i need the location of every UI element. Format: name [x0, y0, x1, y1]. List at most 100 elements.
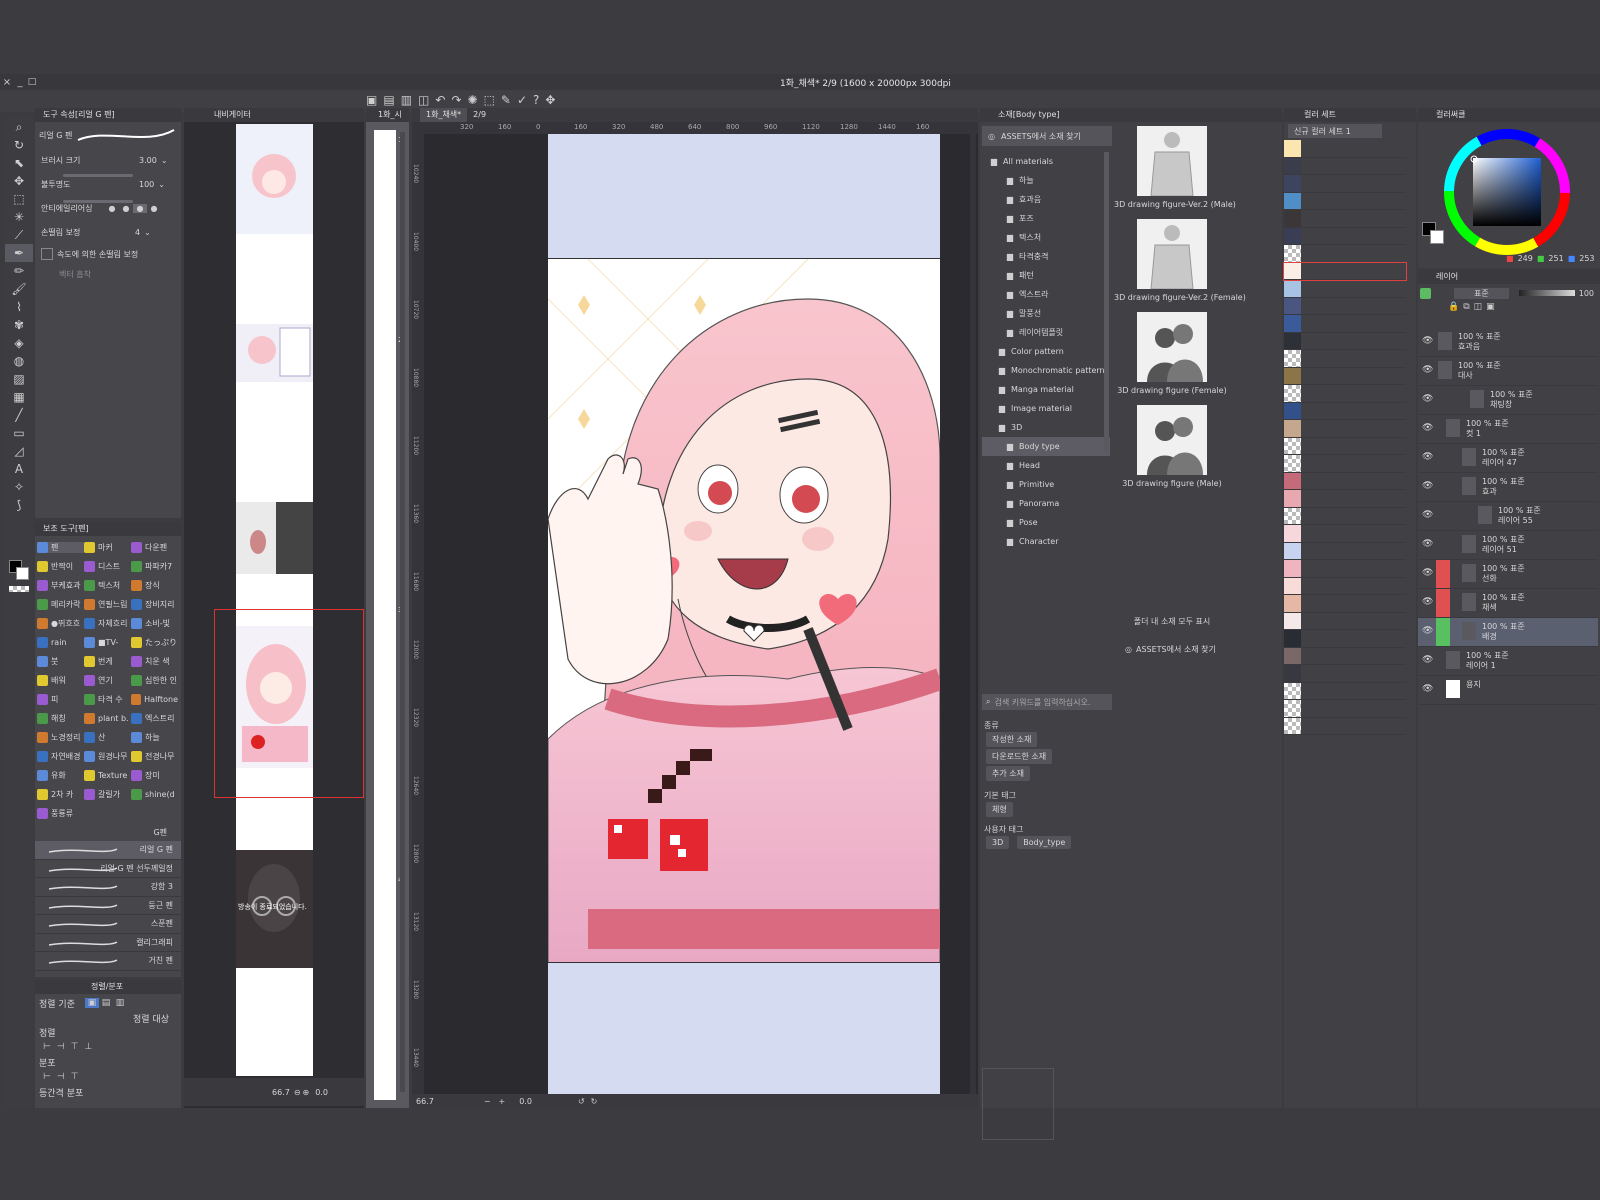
color-swatch-row[interactable] — [1284, 350, 1406, 368]
ruler-tool-icon[interactable]: ◿ — [5, 442, 33, 460]
sub-tool-item[interactable]: 피 — [37, 694, 84, 705]
layer-row[interactable]: 👁 100 % 표준 레이어 55 — [1418, 502, 1598, 531]
color-swatch[interactable] — [1284, 297, 1301, 314]
brush-item[interactable]: 거친 펜 — [35, 952, 181, 971]
material-tree-item[interactable]: ▆ 말풍선 — [982, 304, 1110, 323]
canvas-zoom-out-icon[interactable]: − — [484, 1097, 491, 1106]
color-swatch[interactable] — [1284, 612, 1301, 629]
material-tree-item[interactable]: ▆ 포즈 — [982, 209, 1110, 228]
sub-tool-item[interactable]: 연기 — [84, 675, 131, 686]
brush-tool-icon[interactable]: 🖌 — [5, 280, 33, 298]
color-swatch[interactable] — [1284, 455, 1301, 472]
brush-size-slider[interactable] — [63, 174, 133, 177]
color-swatch[interactable] — [1284, 490, 1301, 507]
brush-item[interactable]: 둥근 펜 — [35, 897, 181, 915]
layer-row[interactable]: 👁 100 % 표준 레이어 1 — [1418, 647, 1598, 676]
brush-item[interactable]: 스푼펜 — [35, 915, 181, 934]
sub-tool-item[interactable]: 풍룡류 — [37, 808, 84, 819]
rotate-right-icon[interactable]: ↻ — [591, 1097, 598, 1106]
pen-tool-icon[interactable]: ✒ — [5, 244, 33, 262]
layer-row[interactable]: 👁 100 % 표준 레이어 51 — [1418, 531, 1598, 560]
material-tree-item[interactable]: ▆ All materials — [982, 152, 1110, 171]
brush-item[interactable]: 캘리그래피 — [35, 934, 181, 952]
layer-row[interactable]: 👁 100 % 표준 채팅창 — [1418, 386, 1598, 415]
color-swatch-row[interactable] — [1284, 630, 1406, 648]
layer-row[interactable]: 👁 100 % 표준 배경 — [1418, 618, 1598, 647]
layer-row[interactable]: 👁 100 % 표준 레이어 47 — [1418, 444, 1598, 473]
sub-color-swatch[interactable] — [16, 567, 29, 580]
sub-tool-item[interactable]: 원경나무 — [84, 751, 131, 762]
sub-tool-item[interactable]: 부케효과 — [37, 580, 84, 591]
layer-opacity-slider[interactable] — [1518, 290, 1575, 296]
balloon-tool-icon[interactable]: ✧ — [5, 478, 33, 496]
material-tree-item[interactable]: ▆ 하늘 — [982, 171, 1110, 190]
sub-tool-item[interactable]: 전경나무 — [131, 751, 178, 762]
layer-row[interactable]: 👁 100 % 표준 효과음 — [1418, 328, 1598, 357]
antialias-medium-icon[interactable]: ● — [133, 203, 147, 213]
sub-tool-item[interactable]: 소비-빛 — [131, 618, 178, 629]
selection-tool-icon[interactable]: ⬚ — [5, 190, 33, 208]
color-swatch-row[interactable] — [1284, 717, 1406, 735]
color-swatch-row[interactable] — [1284, 245, 1406, 263]
color-swatch[interactable] — [1284, 682, 1301, 699]
align-center-icon[interactable]: ⊣ — [57, 1042, 65, 1052]
brush-size-value[interactable]: 3.00 — [139, 156, 157, 165]
eye-icon[interactable]: 👁 — [1422, 655, 1433, 665]
color-swatch-row[interactable] — [1284, 420, 1406, 438]
color-swatch-row[interactable] — [1284, 507, 1406, 525]
nav-zoom-out-icon[interactable]: ⊖ — [294, 1088, 301, 1097]
color-swatch-row[interactable] — [1284, 577, 1406, 595]
color-swatch-row[interactable] — [1284, 297, 1406, 315]
tag-chip[interactable]: 다운로드한 소재 — [986, 749, 1053, 764]
layer-color-chip[interactable] — [1420, 287, 1431, 299]
color-swatch-row[interactable] — [1284, 455, 1406, 473]
color-swatch[interactable] — [1284, 367, 1301, 384]
brush-item[interactable]: 리얼 G 펜 — [35, 841, 181, 860]
color-swatch[interactable] — [1284, 315, 1301, 332]
move-tool-icon[interactable]: ✥ — [5, 172, 33, 190]
text-tool-icon[interactable]: A — [5, 460, 33, 478]
color-swatch[interactable] — [1284, 402, 1301, 419]
eye-icon[interactable]: 👁 — [1422, 684, 1433, 694]
frame-tool-icon[interactable]: ▭ — [5, 424, 33, 442]
color-swatch[interactable] — [1284, 140, 1301, 157]
color-swatch-row[interactable] — [1284, 647, 1406, 665]
color-swatch-row[interactable] — [1284, 210, 1406, 228]
fill-tool-icon[interactable]: ▨ — [5, 370, 33, 388]
align-basis-icon[interactable]: ▣ — [85, 998, 99, 1008]
decoration-tool-icon[interactable]: ✾ — [5, 316, 33, 334]
check-icon[interactable]: ✓ — [517, 93, 527, 107]
eye-icon[interactable]: 👁 — [1422, 336, 1433, 346]
close-icon[interactable]: × — [0, 77, 14, 88]
color-swatch-row[interactable] — [1284, 175, 1406, 193]
color-swatch[interactable] — [1284, 262, 1301, 279]
show-all-materials-label[interactable]: 폴더 내 소재 모두 표시 — [1114, 616, 1230, 627]
material-tree-item[interactable]: ▆ Image material — [982, 399, 1110, 418]
correct-line-tool-icon[interactable]: ⟆ — [5, 496, 33, 514]
material-tree-item[interactable]: ▆ 3D — [982, 418, 1110, 437]
layer-row[interactable]: 👁 100 % 표준 대사 — [1418, 357, 1598, 386]
color-swatch-row[interactable] — [1284, 472, 1406, 490]
material-tree-item[interactable]: ▆ Panorama — [982, 494, 1110, 513]
color-set-select[interactable]: 신규 컬러 세트 1 — [1288, 124, 1382, 138]
sub-tool-item[interactable]: 장미 — [131, 770, 178, 781]
tag-chip[interactable]: 3D — [986, 836, 1010, 849]
sub-tool-item[interactable]: 엑스트리 — [131, 713, 178, 724]
sub-tool-item[interactable]: 반짝이 — [37, 561, 84, 572]
save-icon[interactable]: ◫ — [418, 93, 429, 107]
zoom-tool-icon[interactable]: ⌕ — [5, 118, 33, 136]
color-swatch-row[interactable] — [1283, 261, 1407, 281]
material-tree-item[interactable]: ▆ Body type — [982, 437, 1110, 456]
tag-chip[interactable]: 작성한 소재 — [986, 732, 1038, 747]
distribute-right-icon[interactable]: ⊤ — [71, 1072, 79, 1082]
sub-tool-item[interactable]: 번게 — [84, 656, 131, 667]
material-item[interactable]: 3D drawing figure (Female) — [1114, 308, 1230, 400]
eye-icon[interactable]: 👁 — [1422, 481, 1433, 491]
maximize-icon[interactable]: □ — [26, 77, 38, 87]
color-swatch-row[interactable] — [1284, 385, 1406, 403]
stabilization-dropdown-icon[interactable]: ⌄ — [144, 228, 151, 237]
eye-icon[interactable]: 👁 — [1422, 568, 1433, 578]
color-swatch-row[interactable] — [1284, 315, 1406, 333]
color-swatch-row[interactable] — [1284, 490, 1406, 508]
clip-icon[interactable]: ⧉ — [1463, 302, 1469, 312]
